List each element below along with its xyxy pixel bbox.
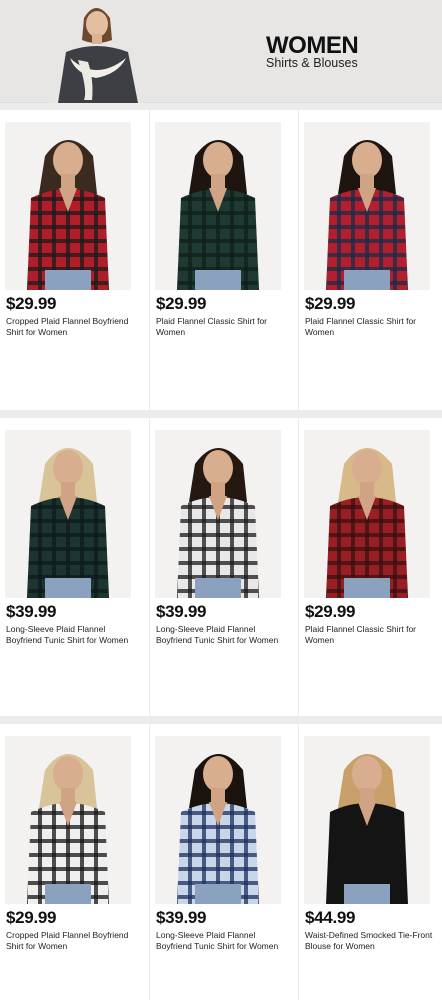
product-card[interactable]: $29.99 Cropped Plaid Flannel Boyfriend S… (0, 110, 144, 410)
product-price: $29.99 (6, 294, 57, 313)
product-card[interactable]: $29.99 Plaid Flannel Classic Shirt for W… (298, 110, 442, 410)
product-image[interactable] (155, 430, 281, 598)
product-row: $39.99 Long-Sleeve Plaid Flannel Boyfrie… (0, 418, 442, 716)
product-name[interactable]: Cropped Plaid Flannel Boyfriend Shirt fo… (6, 930, 138, 952)
product-price: $29.99 (6, 908, 57, 927)
product-price: $39.99 (156, 602, 207, 621)
product-card[interactable]: $44.99 Waist-Defined Smocked Tie-Front B… (298, 724, 442, 1000)
product-image[interactable] (155, 122, 281, 290)
product-name[interactable]: Long-Sleeve Plaid Flannel Boyfriend Tuni… (156, 624, 288, 646)
product-card[interactable]: $29.99 Plaid Flannel Classic Shirt for W… (298, 418, 442, 716)
product-name[interactable]: Plaid Flannel Classic Shirt for Women (305, 624, 437, 646)
product-card[interactable]: $39.99 Long-Sleeve Plaid Flannel Boyfrie… (0, 418, 144, 716)
product-row: $29.99 Cropped Plaid Flannel Boyfriend S… (0, 110, 442, 410)
product-name[interactable]: Plaid Flannel Classic Shirt for Women (305, 316, 437, 338)
product-image[interactable] (5, 736, 131, 904)
product-card[interactable]: $39.99 Long-Sleeve Plaid Flannel Boyfrie… (149, 724, 293, 1000)
product-image[interactable] (155, 736, 281, 904)
product-card[interactable]: $39.99 Long-Sleeve Plaid Flannel Boyfrie… (149, 418, 293, 716)
product-name[interactable]: Long-Sleeve Plaid Flannel Boyfriend Tuni… (6, 624, 138, 646)
product-name[interactable]: Plaid Flannel Classic Shirt for Women (156, 316, 288, 338)
product-card[interactable]: $29.99 Cropped Plaid Flannel Boyfriend S… (0, 724, 144, 1000)
product-image[interactable] (5, 430, 131, 598)
product-image[interactable] (304, 122, 430, 290)
product-price: $29.99 (305, 602, 356, 621)
product-price: $29.99 (305, 294, 356, 313)
product-name[interactable]: Long-Sleeve Plaid Flannel Boyfriend Tuni… (156, 930, 288, 952)
product-price: $44.99 (305, 908, 356, 927)
product-price: $29.99 (156, 294, 207, 313)
product-price: $39.99 (6, 602, 57, 621)
product-price: $39.99 (156, 908, 207, 927)
product-row: $29.99 Cropped Plaid Flannel Boyfriend S… (0, 724, 442, 1000)
category-banner: WOMEN Shirts & Blouses (0, 0, 442, 103)
product-card[interactable]: $29.99 Plaid Flannel Classic Shirt for W… (149, 110, 293, 410)
product-name[interactable]: Waist-Defined Smocked Tie-Front Blouse f… (305, 930, 437, 952)
page-subtitle: Shirts & Blouses (266, 56, 358, 70)
product-name[interactable]: Cropped Plaid Flannel Boyfriend Shirt fo… (6, 316, 138, 338)
product-image[interactable] (304, 430, 430, 598)
banner-model-image (48, 0, 144, 103)
product-image[interactable] (304, 736, 430, 904)
product-image[interactable] (5, 122, 131, 290)
